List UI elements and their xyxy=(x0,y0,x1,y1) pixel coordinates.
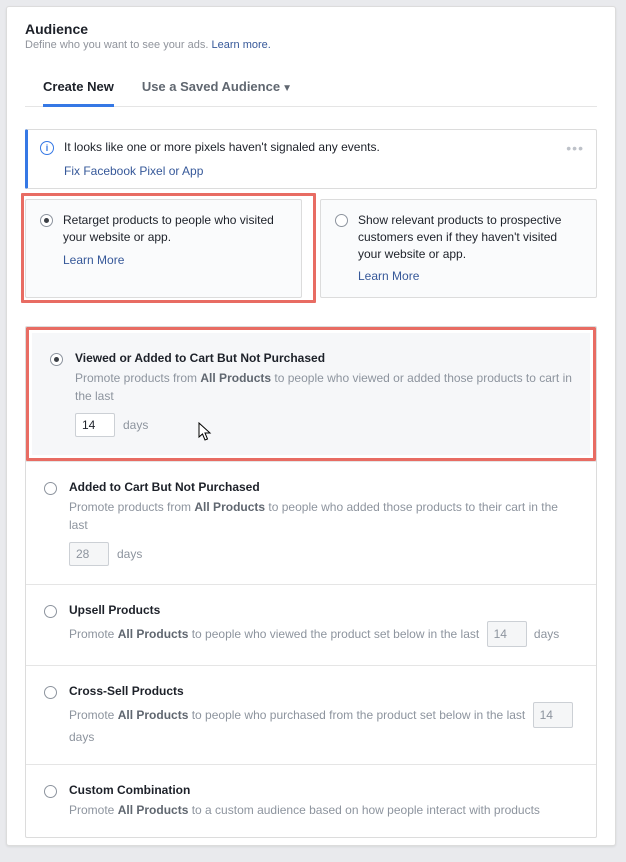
desc-pre: Promote products from xyxy=(69,500,194,514)
strategy-row: Retarget products to people who visited … xyxy=(25,199,597,298)
panel-content: i It looks like one or more pixels haven… xyxy=(7,107,615,845)
option-upsell[interactable]: Upsell Products Promote All Products to … xyxy=(26,584,596,665)
option-body: Viewed or Added to Cart But Not Purchase… xyxy=(75,351,572,437)
prospect-learn-more[interactable]: Learn More xyxy=(358,268,582,285)
option-title: Cross-Sell Products xyxy=(69,684,578,698)
days-label: days xyxy=(123,418,148,432)
banner-menu-icon[interactable]: ••• xyxy=(566,140,584,178)
panel-subtitle: Define who you want to see your ads. Lea… xyxy=(25,39,597,51)
option-title: Upsell Products xyxy=(69,603,578,617)
option-body: Upsell Products Promote All Products to … xyxy=(69,603,578,647)
tab-saved-audience[interactable]: Use a Saved Audience▼ xyxy=(142,79,292,106)
radio-viewed-or-added[interactable] xyxy=(50,353,63,366)
days-input-viewed[interactable] xyxy=(75,413,115,437)
days-label: days xyxy=(117,547,142,561)
option-body: Cross-Sell Products Promote All Products… xyxy=(69,684,578,746)
desc-pre: Promote xyxy=(69,803,118,817)
pixel-warning-banner: i It looks like one or more pixels haven… xyxy=(25,129,597,189)
option-cross-sell[interactable]: Cross-Sell Products Promote All Products… xyxy=(26,665,596,764)
highlight-box-2: Viewed or Added to Cart But Not Purchase… xyxy=(26,327,596,461)
desc-bold: All Products xyxy=(118,708,189,722)
panel-header: Audience Define who you want to see your… xyxy=(7,7,615,107)
option-title: Added to Cart But Not Purchased xyxy=(69,480,578,494)
option-desc: Promote products from All Products to pe… xyxy=(75,369,572,405)
strategy-prospect-body: Show relevant products to prospective cu… xyxy=(358,212,582,285)
desc-pre: Promote xyxy=(69,708,118,722)
desc-pre: Promote xyxy=(69,627,118,641)
banner-text: It looks like one or more pixels haven't… xyxy=(64,140,556,154)
desc-post: to a custom audience based on how people… xyxy=(188,803,540,817)
caret-down-icon: ▼ xyxy=(282,83,292,94)
option-viewed-or-added[interactable]: Viewed or Added to Cart But Not Purchase… xyxy=(32,333,590,455)
radio-upsell[interactable] xyxy=(44,605,57,618)
radio-custom[interactable] xyxy=(44,785,57,798)
option-body: Custom Combination Promote All Products … xyxy=(69,783,578,819)
fix-pixel-link[interactable]: Fix Facebook Pixel or App xyxy=(64,164,556,178)
desc-pre: Promote products from xyxy=(75,371,200,385)
desc-bold: All Products xyxy=(118,627,189,641)
option-desc: Promote All Products to people who viewe… xyxy=(69,621,578,647)
days-inline-cross-sell: 14 xyxy=(533,702,573,728)
desc-post: to people who purchased from the product… xyxy=(188,708,525,722)
days-inline-upsell: 14 xyxy=(487,621,527,647)
option-desc: Promote All Products to a custom audienc… xyxy=(69,801,578,819)
retarget-options-list: Viewed or Added to Cart But Not Purchase… xyxy=(25,326,597,838)
info-icon: i xyxy=(40,141,54,155)
desc-bold: All Products xyxy=(118,803,189,817)
days-label: days xyxy=(534,627,559,641)
tabs: Create New Use a Saved Audience▼ xyxy=(25,79,597,107)
days-input-added xyxy=(69,542,109,566)
panel-title: Audience xyxy=(25,21,597,37)
banner-body: It looks like one or more pixels haven't… xyxy=(64,140,556,178)
option-added-not-purchased[interactable]: Added to Cart But Not Purchased Promote … xyxy=(26,461,596,584)
strategy-prospect[interactable]: Show relevant products to prospective cu… xyxy=(320,199,597,298)
desc-post: to people who viewed the product set bel… xyxy=(188,627,479,641)
radio-cross-sell[interactable] xyxy=(44,686,57,699)
days-label: days xyxy=(69,730,94,744)
option-body: Added to Cart But Not Purchased Promote … xyxy=(69,480,578,566)
radio-prospect[interactable] xyxy=(335,214,348,227)
option-title: Viewed or Added to Cart But Not Purchase… xyxy=(75,351,572,365)
option-title: Custom Combination xyxy=(69,783,578,797)
desc-bold: All Products xyxy=(200,371,271,385)
prospect-text: Show relevant products to prospective cu… xyxy=(358,213,561,261)
subtitle-text: Define who you want to see your ads. xyxy=(25,39,208,51)
audience-panel: Audience Define who you want to see your… xyxy=(6,6,616,846)
desc-bold: All Products xyxy=(194,500,265,514)
option-desc: Promote All Products to people who purch… xyxy=(69,702,578,746)
option-custom[interactable]: Custom Combination Promote All Products … xyxy=(26,764,596,837)
radio-added-not-purchased[interactable] xyxy=(44,482,57,495)
option-desc: Promote products from All Products to pe… xyxy=(69,498,578,534)
tab-saved-label: Use a Saved Audience xyxy=(142,79,280,94)
learn-more-link[interactable]: Learn more. xyxy=(212,39,271,51)
tab-create-new[interactable]: Create New xyxy=(43,79,114,106)
highlight-box-1 xyxy=(21,193,316,303)
